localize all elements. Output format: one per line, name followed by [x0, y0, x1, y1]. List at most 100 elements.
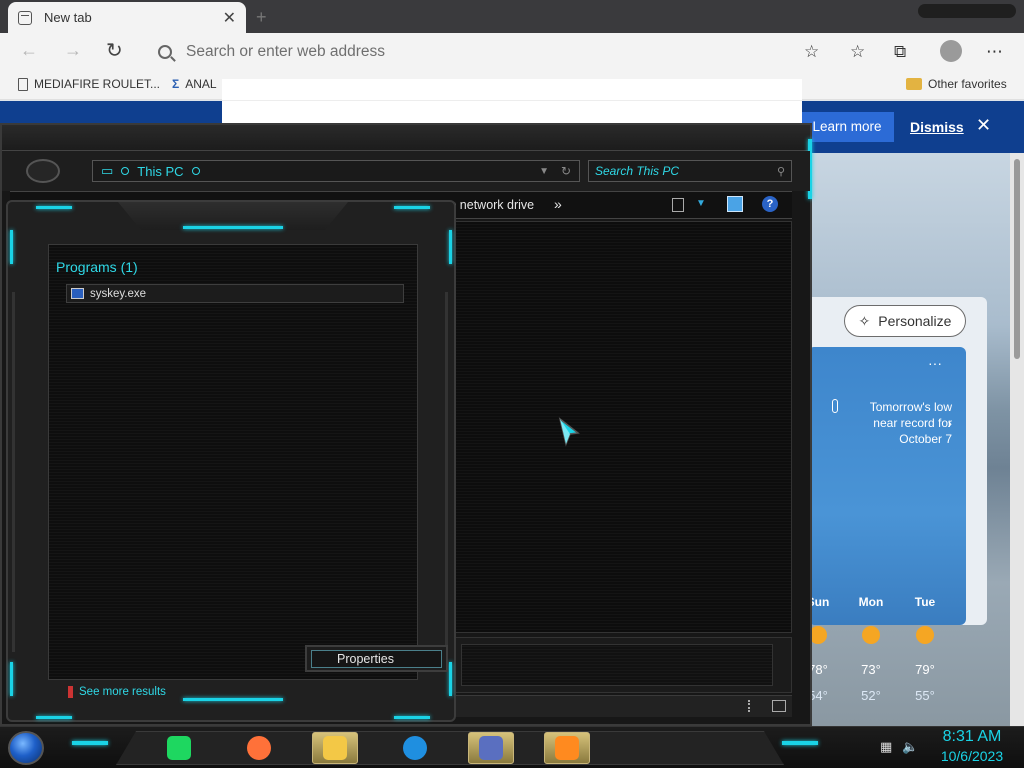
notes-app-icon [167, 736, 191, 760]
taskbar-app-notes[interactable] [156, 732, 202, 764]
start-button[interactable] [8, 731, 44, 765]
learn-more-button[interactable]: Learn more [800, 112, 894, 142]
search-result-item[interactable]: syskey.exe [66, 284, 404, 303]
back-arrow-icon[interactable]: ← [20, 40, 38, 61]
clock-date: 10/6/2023 [940, 748, 1004, 764]
add-favorite-icon[interactable]: ☆ [804, 42, 819, 62]
forward-arrow-icon[interactable]: → [64, 40, 82, 61]
forecast-day: Mon [858, 595, 884, 609]
favorites-icon[interactable]: ☆ [850, 42, 865, 62]
page-scrollbar[interactable] [1010, 153, 1024, 726]
frame-accent [10, 230, 13, 264]
view-dropdown-icon[interactable]: ▼ [696, 198, 706, 209]
chevron-down-icon[interactable]: ▼ [539, 166, 549, 177]
volume-icon[interactable]: 🔈 [902, 739, 918, 755]
taskbar-app-media[interactable] [468, 732, 514, 764]
taskbar-app-edge[interactable] [392, 732, 438, 764]
explorer-search-input[interactable]: Search This PC ⚲ [588, 160, 792, 182]
refresh-icon[interactable]: ↻ [106, 38, 123, 63]
address-location: This PC [137, 163, 184, 179]
large-icons-view-icon[interactable] [772, 700, 786, 712]
window-controls[interactable] [918, 4, 1016, 18]
properties-menu-item[interactable]: Properties [311, 650, 442, 668]
frame-accent [10, 662, 13, 696]
frame-accent [449, 230, 452, 264]
sparkle-icon: ✧ [858, 312, 871, 329]
system-tray: ▦ 🔈 [880, 739, 918, 755]
favorite-item-mediafire[interactable]: MEDIAFIRE ROULET... [18, 77, 160, 91]
search-icon: ⚲ [776, 165, 785, 178]
refresh-icon[interactable]: ↻ [561, 164, 571, 178]
forecast-high: 79° [915, 662, 935, 677]
taskbar-app-firefox[interactable] [236, 732, 282, 764]
page-icon [18, 77, 28, 91]
dismiss-link[interactable]: Dismiss [910, 119, 964, 135]
media-app-icon [479, 736, 503, 760]
weather-card[interactable]: ··· Tomorrow's low near record for Octob… [808, 347, 966, 625]
browser-toolbar: ← → ↻ Search or enter web address ☆ ☆ ⧉ … [0, 33, 1024, 70]
computer-icon: ▭ [101, 163, 114, 178]
taskbar-app-player[interactable] [544, 732, 590, 764]
change-view-icon[interactable] [672, 198, 684, 212]
breadcrumb-separator-icon [121, 167, 130, 175]
panel-side-frame [434, 292, 448, 652]
search-results-area [48, 244, 418, 680]
favorite-item-anal[interactable]: Σ ANAL [172, 77, 217, 91]
partly-cloudy-icon [916, 626, 934, 644]
see-more-results-link[interactable]: See more results [68, 686, 166, 698]
explorer-title-frame[interactable] [2, 125, 810, 151]
tab-new-tab[interactable]: New tab ✕ [8, 2, 246, 33]
edge-icon [403, 736, 427, 760]
blank-popup-window [222, 79, 802, 126]
chevron-right-icon[interactable]: › [947, 415, 952, 431]
details-view-icon[interactable] [748, 700, 754, 712]
start-menu-search-panel: Programs (1) syskey.exe See more results [6, 200, 456, 722]
preview-pane-icon[interactable] [727, 196, 743, 212]
taskbar-app-file-explorer[interactable] [312, 732, 358, 764]
collections-icon[interactable]: ⧉ [894, 42, 906, 62]
explorer-header: ▭ This PC ▼ ↻ Search This PC ⚲ [2, 151, 810, 191]
search-flag-icon [68, 686, 73, 698]
frame-accent [394, 206, 430, 209]
tab-title: New tab [44, 10, 92, 25]
close-banner-icon[interactable]: ✕ [976, 115, 991, 136]
forecast-low: 55° [915, 688, 935, 703]
frame-accent [183, 698, 283, 701]
back-forward-orb-icon[interactable] [26, 159, 60, 183]
frame-accent [36, 206, 72, 209]
application-icon [71, 288, 84, 299]
sun-icon [862, 626, 880, 644]
results-category-heading[interactable]: Programs (1) [56, 259, 138, 275]
breadcrumb-dropdown-icon[interactable] [191, 167, 200, 175]
favorite-label: MEDIAFIRE ROULET... [34, 77, 161, 91]
forecast-low: 52° [861, 688, 881, 703]
popup-divider [222, 100, 802, 101]
scroll-thumb[interactable] [1014, 159, 1020, 359]
weather-alert[interactable]: Tomorrow's low near record for October 7 [844, 399, 952, 447]
context-menu: Properties [305, 645, 448, 672]
profile-avatar[interactable] [940, 40, 962, 62]
help-icon[interactable]: ? [762, 196, 778, 212]
more-commands-button[interactable]: » [554, 196, 562, 212]
new-tab-button[interactable]: + [256, 7, 267, 28]
file-explorer-icon [323, 736, 347, 760]
tab-close-button[interactable]: ✕ [223, 8, 236, 28]
network-icon[interactable]: ▦ [880, 739, 892, 755]
search-icon [158, 44, 172, 59]
taskbar: ▦ 🔈 8:31 AM 10/6/2023 [0, 726, 1024, 768]
system-clock[interactable]: 8:31 AM 10/6/2023 [936, 727, 1008, 765]
details-pane-inner [461, 644, 773, 686]
other-favorites[interactable]: Other favorites [906, 77, 1007, 91]
mouse-cursor-icon [558, 417, 580, 447]
more-menu-icon[interactable]: ⋯ [986, 42, 1003, 62]
personalize-button[interactable]: ✧ Personalize [844, 305, 966, 337]
address-bar[interactable]: Search or enter web address [148, 37, 838, 66]
frame-accent [36, 716, 72, 719]
more-options-icon[interactable]: ··· [928, 355, 942, 371]
address-placeholder: Search or enter web address [186, 42, 386, 60]
panel-side-frame [12, 292, 26, 652]
frame-accent [449, 662, 452, 696]
clock-time: 8:31 AM [942, 728, 1002, 745]
firefox-icon [247, 736, 271, 760]
explorer-address-bar[interactable]: ▭ This PC ▼ ↻ [92, 160, 580, 182]
